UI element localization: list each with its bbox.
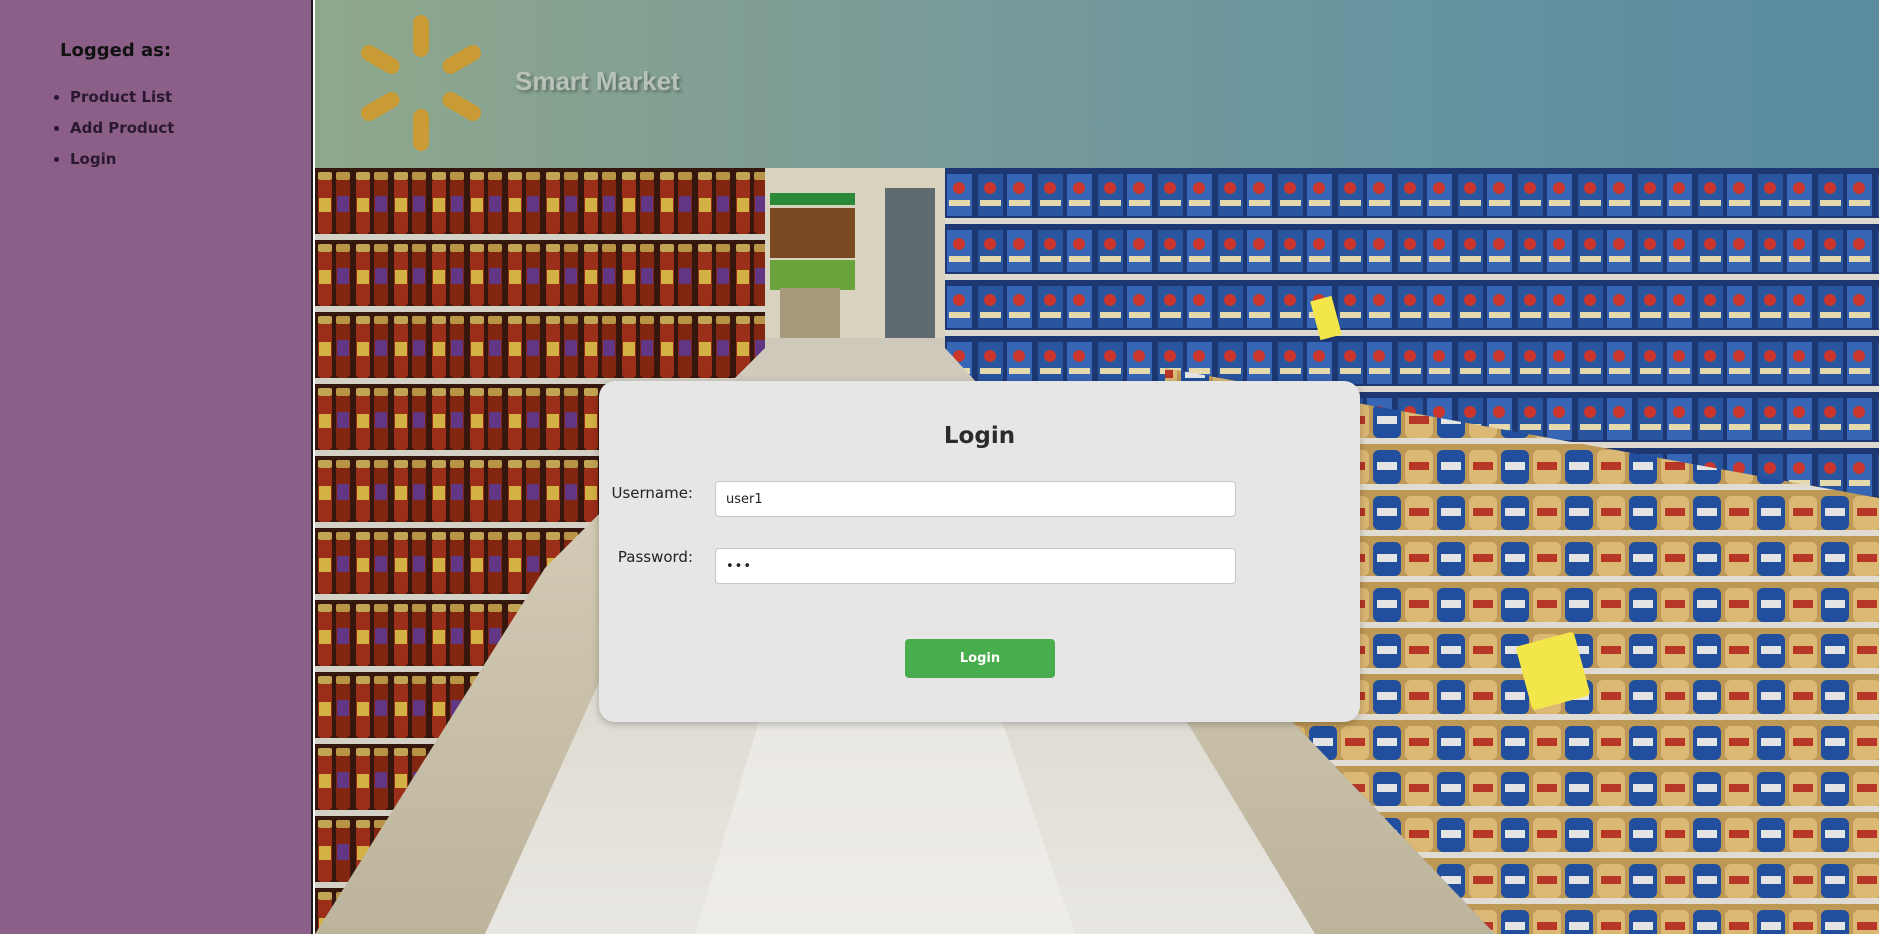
username-label: Username:: [611, 484, 693, 502]
brand-name: Smart Market: [515, 66, 680, 96]
page-header: Smart Market: [315, 0, 1879, 168]
sidebar-nav: Product List Add Product Login: [50, 82, 174, 175]
password-input[interactable]: [715, 548, 1236, 584]
login-submit-button[interactable]: Login: [905, 639, 1055, 678]
sidebar-link-add-product[interactable]: Add Product: [70, 119, 174, 137]
login-card: Login Username: Password: Login: [599, 381, 1360, 722]
sidebar: Logged as: Product List Add Product Logi…: [0, 0, 313, 934]
logged-as-title: Logged as:: [60, 40, 172, 61]
login-title: Login: [943, 423, 1016, 449]
sidebar-link-product-list[interactable]: Product List: [70, 88, 172, 106]
spark-logo-icon: [361, 15, 481, 151]
password-label: Password:: [617, 548, 693, 566]
grocery-aisle-background: Login Username: Password: Login: [315, 168, 1879, 934]
username-input[interactable]: [715, 481, 1236, 517]
sidebar-item-login[interactable]: Login: [70, 144, 174, 175]
sidebar-item-add-product[interactable]: Add Product: [70, 113, 174, 144]
sidebar-item-product-list[interactable]: Product List: [70, 82, 174, 113]
sidebar-link-login[interactable]: Login: [70, 150, 116, 168]
